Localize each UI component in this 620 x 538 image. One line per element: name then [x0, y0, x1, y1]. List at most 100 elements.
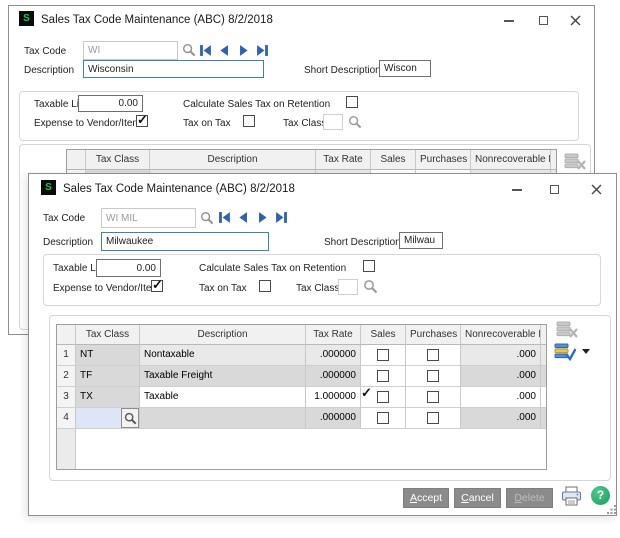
nonrecoverable-cell[interactable]: .000: [461, 387, 541, 408]
magnifier-icon: [182, 43, 196, 57]
tax-on-tax-checkbox[interactable]: [259, 280, 271, 292]
cancel-button[interactable]: Cancel: [454, 488, 501, 508]
purchases-checkbox[interactable]: [427, 349, 439, 361]
next-record-button[interactable]: [237, 44, 250, 57]
last-record-button[interactable]: [256, 44, 269, 57]
purchases-cell: [406, 408, 461, 429]
close-button[interactable]: [565, 12, 585, 29]
tax-class-grid-body: 1NTNontaxable.000000.0002TFTaxable Freig…: [57, 345, 546, 429]
previous-record-button[interactable]: [218, 44, 231, 57]
row-number-column: [57, 429, 76, 470]
tax-class-cell[interactable]: [76, 408, 140, 429]
calculate-retention-label: Calculate Sales Tax on Retention: [199, 263, 346, 274]
print-button[interactable]: [559, 485, 583, 509]
quick-row-dropdown-arrow[interactable]: [581, 347, 590, 355]
filler-cell: [541, 408, 547, 429]
clear-grid-button[interactable]: [564, 152, 586, 171]
last-record-button[interactable]: [275, 211, 288, 224]
table-row: 1NTNontaxable.000000.000: [57, 345, 546, 366]
clear-grid-icon: [556, 321, 578, 339]
tax-rate-cell[interactable]: .000000: [306, 345, 361, 366]
quick-row-button[interactable]: [554, 342, 576, 361]
nonrecoverable-cell[interactable]: .000: [461, 366, 541, 387]
expense-to-vendor-checkbox[interactable]: [136, 115, 148, 127]
tax-rate-cell[interactable]: 1.000000: [306, 387, 361, 408]
table-row: 2TFTaxable Freight.000000.000: [57, 366, 546, 387]
tax-class-cell[interactable]: TF: [76, 366, 140, 387]
tax-code-lookup-button[interactable]: [181, 42, 196, 57]
title-bar[interactable]: S Sales Tax Code Maintenance (ABC) 8/2/2…: [29, 174, 616, 202]
tax-code-input[interactable]: [101, 208, 196, 228]
tax-class-input[interactable]: [338, 279, 358, 295]
magnifier-icon: [124, 412, 137, 425]
calculate-retention-checkbox[interactable]: [363, 260, 375, 272]
sales-cell: [361, 408, 406, 429]
tax-code-input[interactable]: [83, 41, 178, 60]
resize-grip-icon: [607, 505, 617, 515]
sales-checkbox[interactable]: [377, 391, 389, 403]
short-description-input[interactable]: [399, 232, 443, 249]
header-filler: [541, 325, 547, 345]
first-record-button[interactable]: [218, 211, 231, 224]
maximize-button[interactable]: [533, 12, 553, 29]
tax-class-label: Tax Class: [283, 118, 326, 129]
description-label: Description: [43, 237, 93, 248]
sales-checkbox[interactable]: [377, 412, 389, 424]
description-input[interactable]: [83, 60, 264, 78]
accept-button[interactable]: Accept: [403, 488, 449, 508]
tax-class-input[interactable]: [323, 114, 343, 130]
row-number: 3: [57, 387, 76, 408]
header-blank: [57, 325, 76, 345]
sales-checkbox[interactable]: [377, 349, 389, 361]
tax-rate-cell[interactable]: .000000: [306, 408, 361, 429]
description-label: Description: [24, 65, 74, 76]
taxable-limit-input[interactable]: [96, 259, 161, 277]
sales-cell: [361, 387, 406, 408]
header-purchases: Purchases: [416, 150, 471, 170]
minimize-button[interactable]: [507, 181, 527, 198]
table-header-row: Tax Class Description Tax Rate Sales Pur…: [57, 325, 546, 345]
purchases-checkbox[interactable]: [427, 412, 439, 424]
close-button[interactable]: [586, 181, 606, 198]
header-sales: Sales: [361, 325, 406, 345]
tax-class-lookup-button[interactable]: [347, 114, 362, 129]
resize-grip[interactable]: [607, 502, 617, 520]
header-tax-rate: Tax Rate: [316, 150, 371, 170]
nonrecoverable-cell[interactable]: .000: [461, 408, 541, 429]
purchases-checkbox[interactable]: [427, 370, 439, 382]
window-title: Sales Tax Code Maintenance (ABC) 8/2/201…: [63, 183, 295, 195]
next-record-button[interactable]: [256, 211, 269, 224]
tax-on-tax-checkbox[interactable]: [243, 115, 255, 127]
calculate-retention-label: Calculate Sales Tax on Retention: [183, 99, 330, 110]
maximize-button[interactable]: [544, 181, 564, 198]
header-description: Description: [140, 325, 306, 345]
tax-code-lookup-button[interactable]: [199, 210, 214, 225]
header-blank: [67, 150, 86, 170]
short-description-input[interactable]: [379, 60, 431, 77]
window-sales-tax-code-maintenance-wi-mil: S Sales Tax Code Maintenance (ABC) 8/2/2…: [28, 173, 617, 516]
delete-button[interactable]: Delete: [506, 488, 553, 508]
sales-checkbox[interactable]: [377, 370, 389, 382]
taxable-limit-input[interactable]: [78, 95, 143, 112]
nonrecoverable-cell[interactable]: .000: [461, 345, 541, 366]
description-cell: [140, 408, 306, 429]
tax-rate-cell[interactable]: .000000: [306, 366, 361, 387]
tax-class-cell[interactable]: NT: [76, 345, 140, 366]
previous-record-button[interactable]: [237, 211, 250, 224]
calculate-retention-checkbox[interactable]: [346, 96, 358, 108]
row-number: 2: [57, 366, 76, 387]
title-bar[interactable]: S Sales Tax Code Maintenance (ABC) 8/2/2…: [9, 6, 594, 34]
tax-class-lookup-button[interactable]: [362, 278, 378, 294]
desktop: S Sales Tax Code Maintenance (ABC) 8/2/2…: [0, 0, 620, 538]
tax-on-tax-label: Tax on Tax: [183, 118, 231, 129]
expense-to-vendor-checkbox[interactable]: [151, 280, 163, 292]
clear-grid-button[interactable]: [556, 320, 578, 339]
header-filler: [551, 150, 557, 170]
minimize-button[interactable]: [499, 12, 519, 29]
sage-logo-icon: S: [19, 11, 34, 26]
tax-class-lookup-button[interactable]: [121, 408, 139, 428]
purchases-checkbox[interactable]: [427, 391, 439, 403]
description-input[interactable]: [101, 232, 269, 251]
tax-class-cell[interactable]: TX: [76, 387, 140, 408]
first-record-button[interactable]: [199, 44, 212, 57]
